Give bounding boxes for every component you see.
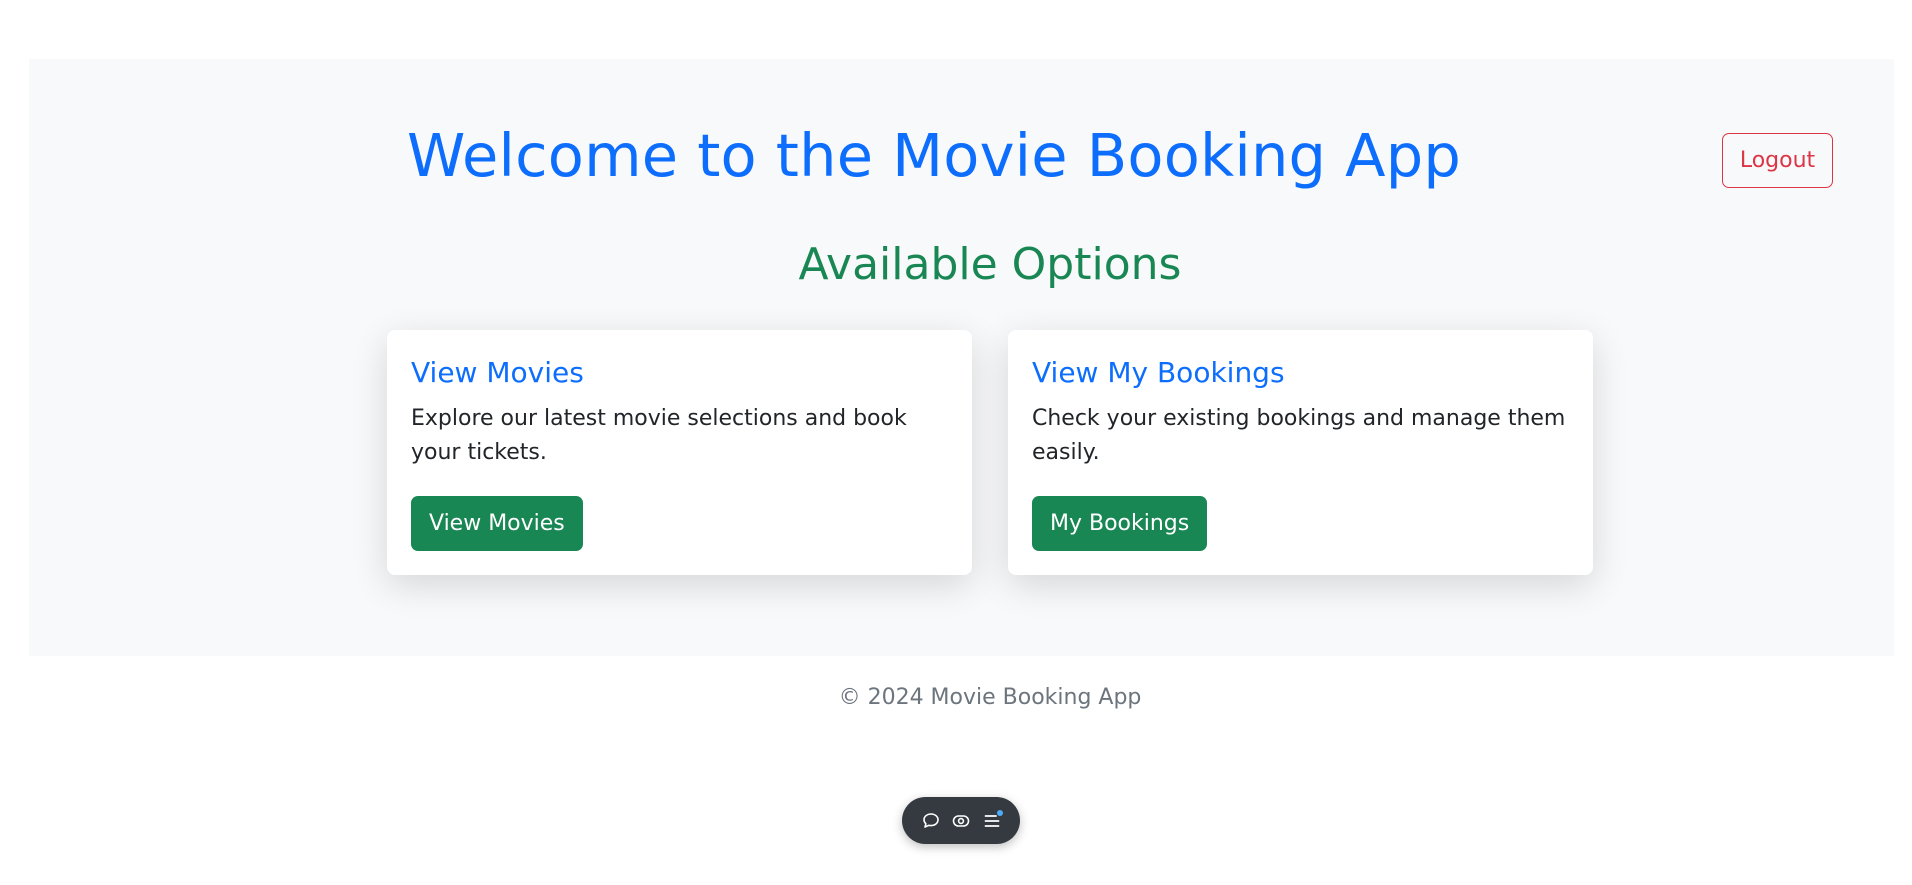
card-text: Check your existing bookings and manage …	[1032, 406, 1566, 465]
menu-icon[interactable]	[980, 809, 1004, 833]
view-movies-card: View Movies Explore our latest movie sel…	[387, 330, 972, 575]
page-title: Welcome to the Movie Booking App	[406, 121, 1462, 190]
card-title: View Movies	[411, 356, 584, 389]
section-title: Available Options	[798, 239, 1182, 290]
notification-dot	[996, 809, 1003, 816]
view-bookings-card: View My Bookings Check your existing boo…	[1008, 330, 1593, 575]
view-movies-button[interactable]: View Movies	[411, 496, 583, 551]
card-title: View My Bookings	[1032, 356, 1285, 389]
card-text: Explore our latest movie selections and …	[411, 406, 907, 465]
eye-icon[interactable]	[949, 809, 973, 833]
my-bookings-button[interactable]: My Bookings	[1032, 496, 1208, 551]
comment-icon[interactable]	[919, 809, 943, 833]
logout-button[interactable]: Logout	[1722, 133, 1833, 188]
floating-toolbar	[902, 797, 1020, 844]
footer-text: © 2024 Movie Booking App	[838, 685, 1142, 710]
app-panel: Welcome to the Movie Booking App Logout …	[29, 59, 1894, 710]
